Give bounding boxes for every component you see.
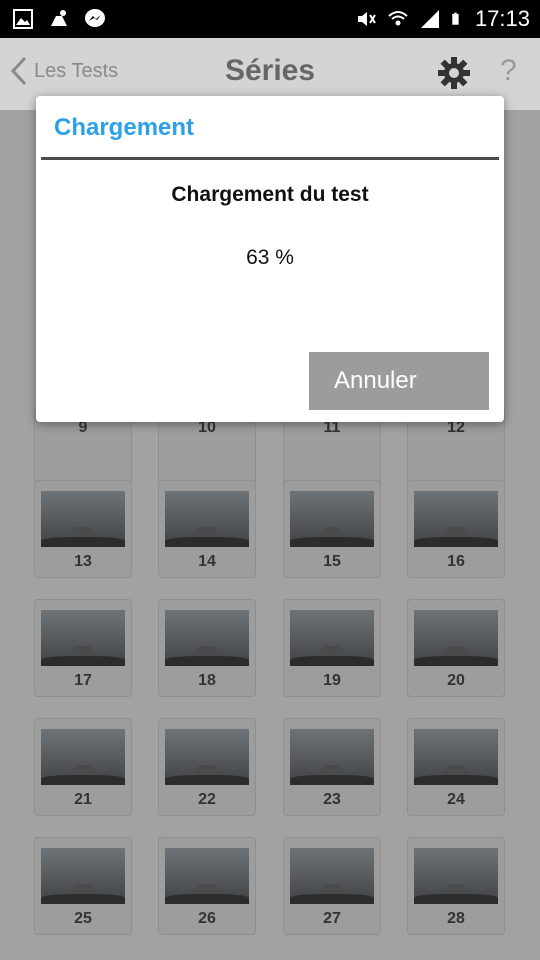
series-number: 20	[447, 672, 465, 689]
series-tile[interactable]: 26	[158, 837, 256, 935]
series-thumbnail	[165, 491, 249, 547]
series-tile[interactable]: 24	[407, 718, 505, 816]
series-number: 14	[198, 553, 216, 570]
series-thumbnail	[41, 848, 125, 904]
series-tile[interactable]: 25	[34, 837, 132, 935]
series-thumbnail	[41, 729, 125, 785]
series-thumbnail	[414, 729, 498, 785]
series-thumbnail	[165, 610, 249, 666]
cancel-button[interactable]: Annuler	[309, 352, 489, 410]
series-tile[interactable]: 28	[407, 837, 505, 935]
series-number: 24	[447, 791, 465, 808]
series-thumbnail	[290, 491, 374, 547]
series-number: 13	[74, 553, 92, 570]
battery-icon	[452, 12, 459, 25]
series-tile[interactable]: 22	[158, 718, 256, 816]
dialog-title: Chargement	[54, 114, 195, 141]
series-thumbnail	[41, 491, 125, 547]
series-tile[interactable]: 14	[158, 480, 256, 578]
series-number: 15	[323, 553, 341, 570]
series-number: 21	[74, 791, 92, 808]
dialog-message: Chargement du test	[171, 183, 369, 206]
series-number: 28	[447, 910, 465, 927]
series-thumbnail	[414, 610, 498, 666]
series-thumbnail	[290, 848, 374, 904]
series-tile[interactable]: 21	[34, 718, 132, 816]
series-tile[interactable]: 19	[283, 599, 381, 697]
series-tile[interactable]: 27	[283, 837, 381, 935]
series-tile[interactable]: 13	[34, 480, 132, 578]
series-number: 22	[198, 791, 216, 808]
series-number: 18	[198, 672, 216, 689]
series-number: 17	[74, 672, 92, 689]
series-tile[interactable]: 20	[407, 599, 505, 697]
series-thumbnail	[165, 729, 249, 785]
mute-icon	[357, 12, 376, 26]
help-button[interactable]: ?	[500, 54, 517, 88]
series-thumbnail	[290, 610, 374, 666]
signal-icon	[420, 10, 439, 28]
gear-icon[interactable]	[437, 56, 471, 90]
series-tile[interactable]: 23	[283, 718, 381, 816]
gallery-icon	[13, 9, 33, 29]
progress-percent: 63 %	[246, 246, 294, 269]
status-bar: 17:13	[0, 0, 540, 38]
series-thumbnail	[165, 848, 249, 904]
series-tile[interactable]: 15	[283, 480, 381, 578]
series-thumbnail	[414, 848, 498, 904]
loading-dialog: Chargement Chargement du test 63 % Annul…	[36, 96, 504, 422]
series-thumbnail	[414, 491, 498, 547]
series-tile[interactable]: 18	[158, 599, 256, 697]
wifi-icon	[388, 11, 408, 26]
series-thumbnail	[41, 610, 125, 666]
series-number: 26	[198, 910, 216, 927]
messenger-icon	[85, 9, 105, 27]
series-tile[interactable]: 16	[407, 480, 505, 578]
series-number: 27	[323, 910, 341, 927]
series-number: 25	[74, 910, 92, 927]
series-number: 19	[323, 672, 341, 689]
status-time: 17:13	[474, 6, 530, 31]
series-number: 16	[447, 553, 465, 570]
dialog-divider	[41, 157, 499, 160]
cleaner-icon	[51, 10, 67, 26]
series-thumbnail	[290, 729, 374, 785]
series-tile[interactable]: 17	[34, 599, 132, 697]
series-number: 23	[323, 791, 341, 808]
